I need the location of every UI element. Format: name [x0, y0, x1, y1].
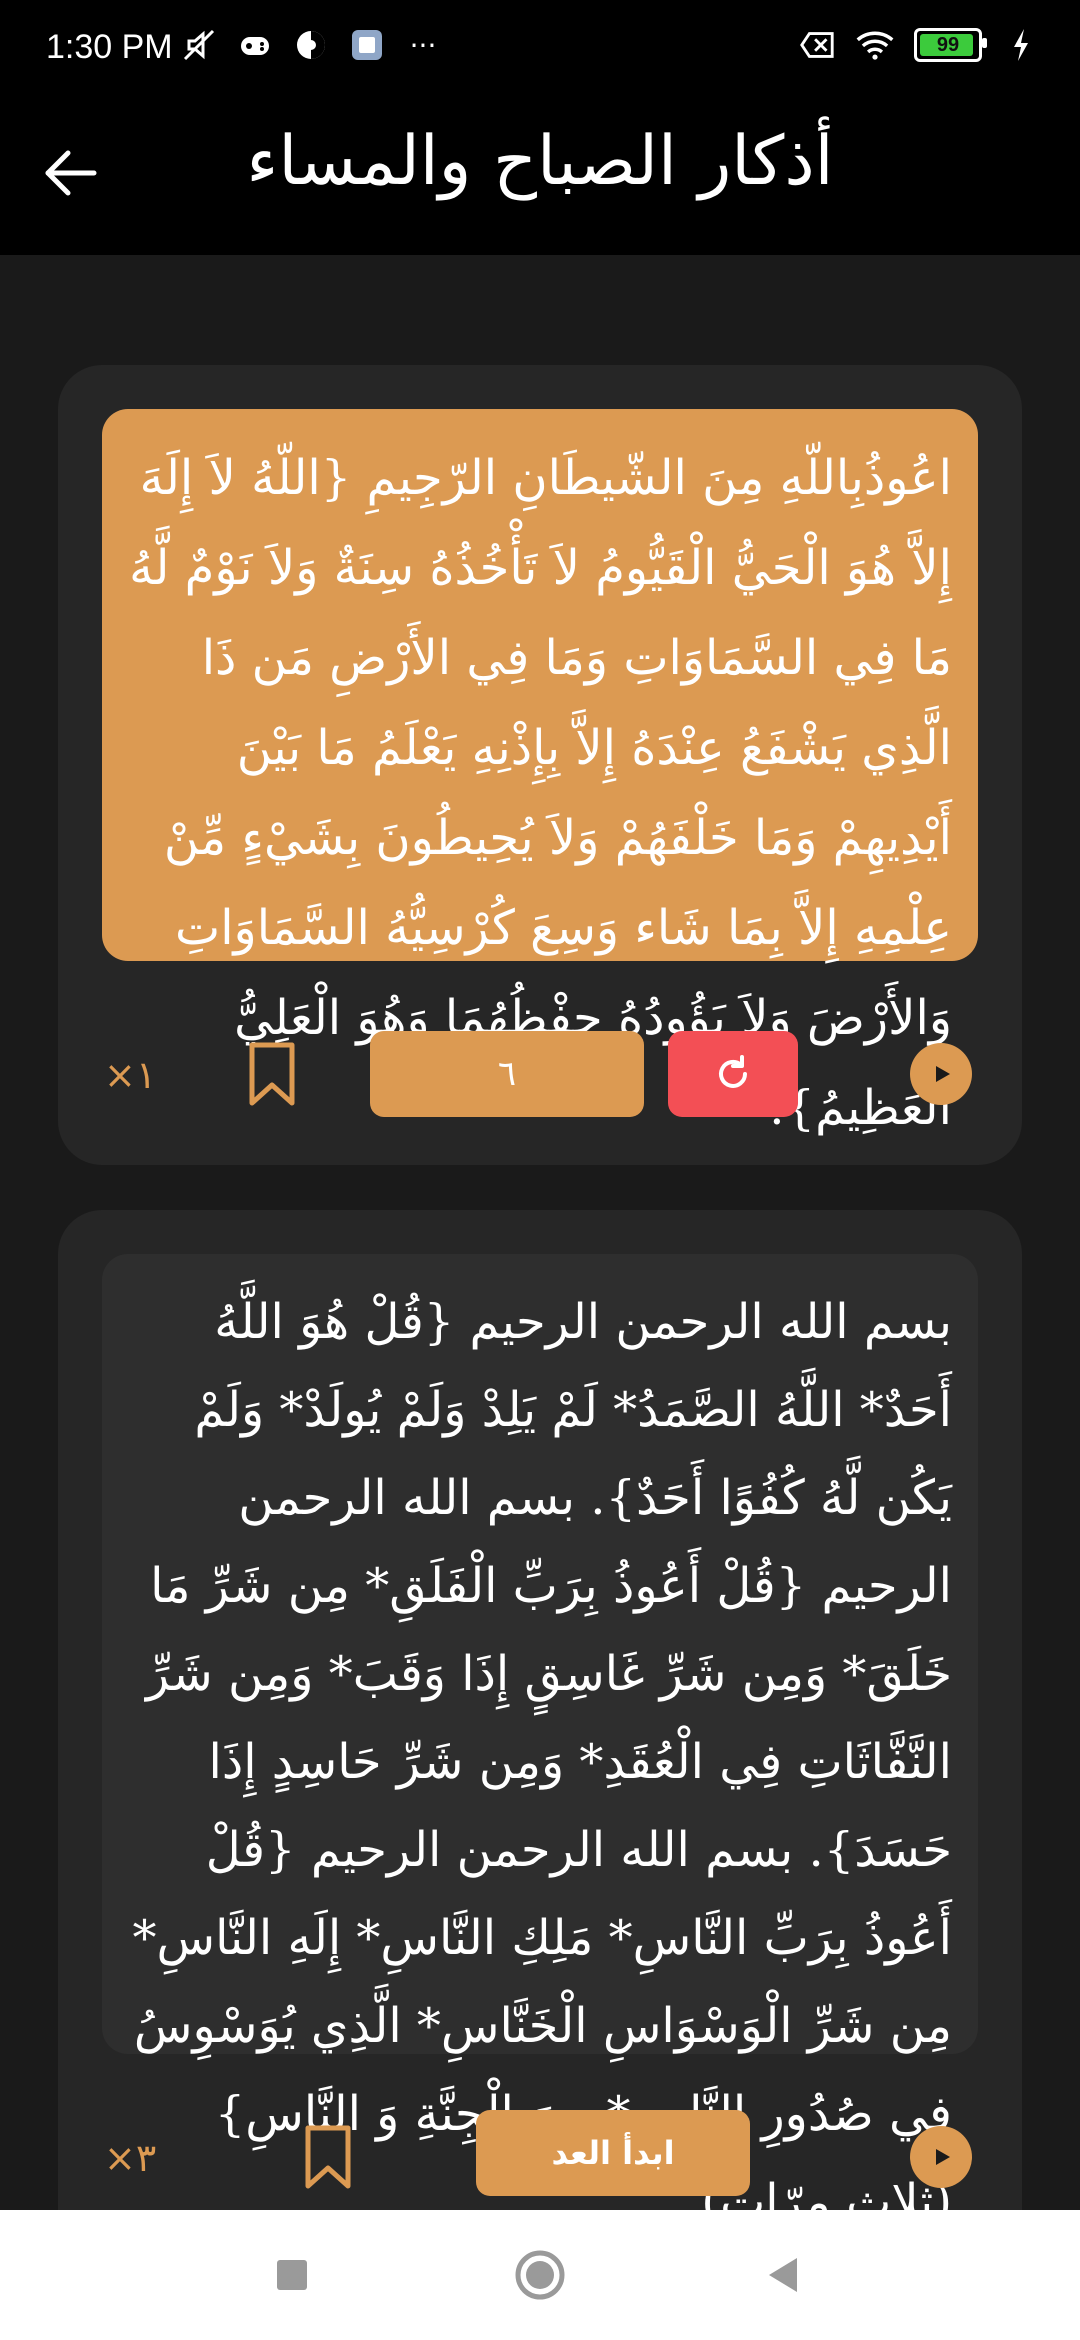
play-icon: [936, 1066, 950, 1082]
zikr-card: اعُوذُبِاللّهِ مِنَ الشّيطَانِ الرّجِيمِ…: [58, 365, 1022, 1165]
bookmark-icon: [249, 1042, 295, 1106]
zikr-text[interactable]: بسم الله الرحمن الرحيم {قُلْ هُوَ اللَّه…: [102, 1254, 978, 2210]
status-icons-right: 99: [798, 26, 1040, 64]
bookmark-button[interactable]: [298, 2122, 358, 2192]
repeat-count: ×٣: [104, 2136, 157, 2180]
zikr-list[interactable]: اعُوذُبِاللّهِ مِنَ الشّيطَانِ الرّجِيمِ…: [0, 255, 1080, 2210]
mute-icon: [180, 26, 218, 64]
more-icon: ···: [409, 28, 437, 62]
game-icon: [236, 26, 274, 64]
battery-icon: 99: [914, 28, 987, 62]
reset-button[interactable]: [668, 1031, 798, 1117]
battery-nub: [982, 38, 987, 48]
system-nav-bar: [0, 2210, 1080, 2340]
app-bar: أذكار الصباح والمساء: [0, 100, 1080, 255]
battery-level: 99: [936, 33, 960, 56]
vpn-icon: [292, 26, 330, 64]
home-circle-icon: [515, 2250, 565, 2300]
counter-button[interactable]: ٦: [370, 1031, 644, 1117]
back-button[interactable]: [40, 140, 106, 206]
back-triangle-icon: [769, 2258, 797, 2292]
status-bar: 1:30 PM ··· 99: [0, 0, 1080, 100]
zikr-text[interactable]: اعُوذُبِاللّهِ مِنَ الشّيطَانِ الرّجِيمِ…: [102, 409, 978, 1136]
arrow-left-icon: [45, 150, 97, 196]
repeat-count: ×١: [104, 1053, 157, 1097]
bookmark-icon: [305, 2125, 351, 2189]
zikr-card: بسم الله الرحمن الرحيم {قُلْ هُوَ اللَّه…: [58, 1210, 1022, 2210]
app-icon: [348, 26, 386, 64]
charging-icon: [1002, 26, 1040, 64]
play-icon: [936, 2149, 950, 2165]
page-title: أذكار الصباح والمساء: [246, 122, 834, 201]
back-nav-button[interactable]: [757, 2248, 811, 2302]
recents-button[interactable]: [265, 2248, 319, 2302]
status-icons-left: ···: [180, 26, 442, 64]
no-sim-icon: [798, 26, 836, 64]
zikr-controls: ×١ ٦: [58, 1027, 1022, 1127]
zikr-controls: ×٣ ابدأ العد: [58, 2110, 1022, 2210]
bookmark-button[interactable]: [242, 1039, 302, 1109]
wifi-icon: [856, 26, 894, 64]
play-button[interactable]: [910, 2126, 972, 2188]
refresh-icon: [719, 1055, 747, 1088]
home-button[interactable]: [513, 2248, 567, 2302]
play-button[interactable]: [910, 1043, 972, 1105]
start-count-button[interactable]: ابدأ العد: [476, 2110, 750, 2196]
recents-square-icon: [277, 2260, 307, 2290]
status-time: 1:30 PM: [46, 28, 173, 66]
